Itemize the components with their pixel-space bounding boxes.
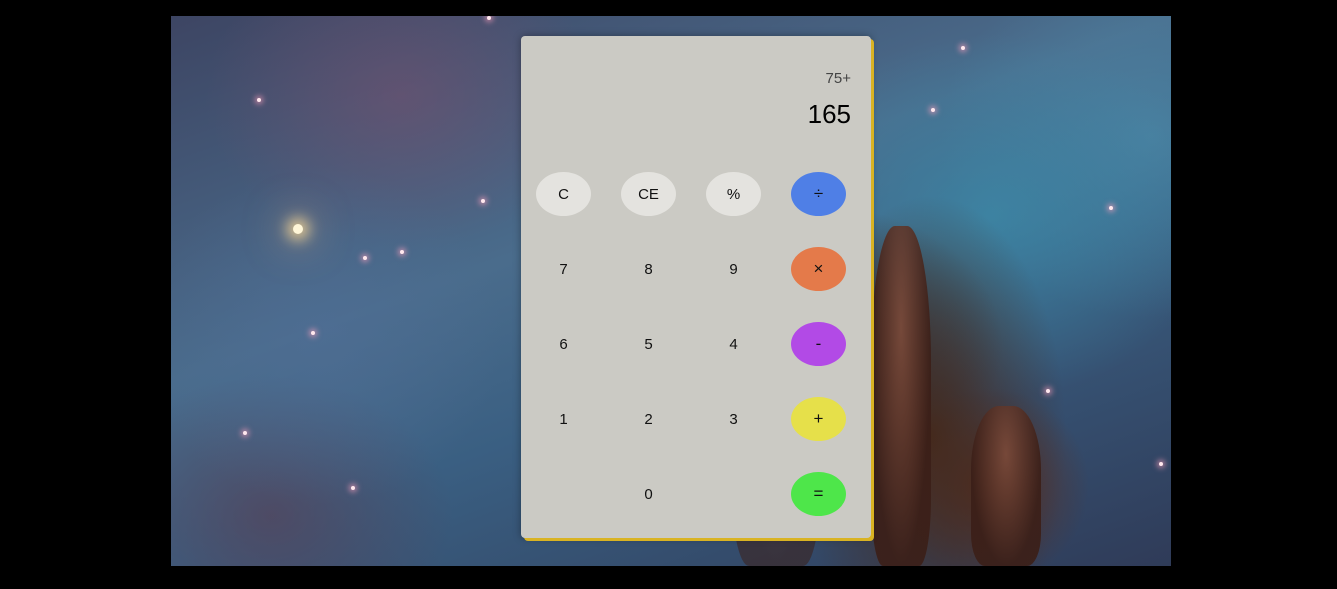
digit-6-button[interactable]: 6 xyxy=(536,322,591,366)
result-display: 165 xyxy=(807,99,851,129)
nebula-pillar xyxy=(871,226,931,566)
digit-1-button[interactable]: 1 xyxy=(536,397,591,441)
expression-display: 75+ xyxy=(825,70,851,87)
calculator-display: 75+ 165 xyxy=(808,70,851,129)
percent-button[interactable]: % xyxy=(706,172,761,216)
divide-button[interactable]: ÷ xyxy=(791,172,846,216)
star xyxy=(243,431,247,435)
star xyxy=(487,16,491,20)
calculator-panel: 75+ 165 C CE % ÷ 7 8 9 × 6 5 4 - 1 2 3 +… xyxy=(521,36,871,538)
star xyxy=(351,486,355,490)
equals-button[interactable]: = xyxy=(791,472,846,516)
star xyxy=(931,108,935,112)
digit-8-button[interactable]: 8 xyxy=(621,247,676,291)
digit-2-button[interactable]: 2 xyxy=(621,397,676,441)
add-button[interactable]: + xyxy=(791,397,846,441)
digit-0-button[interactable]: 0 xyxy=(621,472,676,516)
clear-button[interactable]: C xyxy=(536,172,591,216)
star xyxy=(1046,389,1050,393)
star xyxy=(1109,206,1113,210)
star xyxy=(961,46,965,50)
star xyxy=(363,256,367,260)
digit-3-button[interactable]: 3 xyxy=(706,397,761,441)
star xyxy=(311,331,315,335)
star xyxy=(257,98,261,102)
digit-5-button[interactable]: 5 xyxy=(621,322,676,366)
digit-4-button[interactable]: 4 xyxy=(706,322,761,366)
bright-star xyxy=(293,224,303,234)
nebula-pillar xyxy=(971,406,1041,566)
subtract-button[interactable]: - xyxy=(791,322,846,366)
multiply-button[interactable]: × xyxy=(791,247,846,291)
clear-entry-button[interactable]: CE xyxy=(621,172,676,216)
digit-9-button[interactable]: 9 xyxy=(706,247,761,291)
star xyxy=(400,250,404,254)
star xyxy=(1159,462,1163,466)
digit-7-button[interactable]: 7 xyxy=(536,247,591,291)
star xyxy=(481,199,485,203)
